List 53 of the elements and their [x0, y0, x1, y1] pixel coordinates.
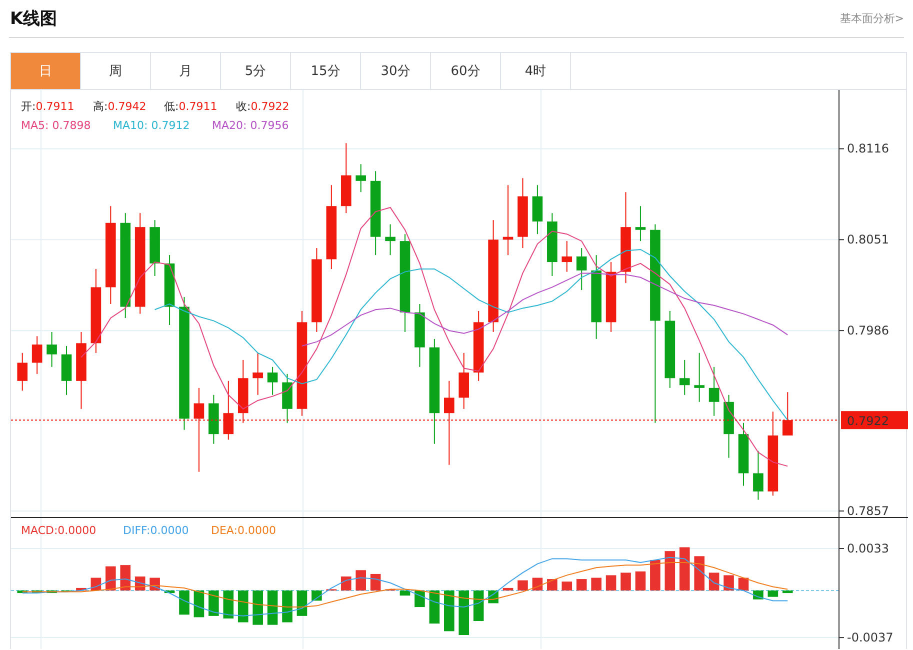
candlestick — [694, 352, 704, 402]
price-axis-label: 0.7857 — [847, 504, 889, 518]
candlestick — [532, 184, 543, 235]
macd-legend-item: DEA:0.0000 — [211, 524, 276, 537]
candlestick — [562, 240, 572, 272]
current-price-badge — [841, 411, 908, 430]
candlestick — [502, 184, 514, 256]
candlestick — [414, 304, 425, 368]
candlestick — [635, 206, 646, 242]
candlestick — [282, 373, 292, 424]
candlestick — [340, 142, 352, 214]
candlestick — [17, 352, 28, 392]
candlestick — [32, 336, 42, 374]
candlestick — [61, 345, 72, 396]
candlestick — [385, 224, 396, 256]
candlestick — [576, 248, 587, 291]
ohlc-legend-item: 收:0.7922 — [236, 100, 290, 113]
ma-legend-item: MA20: 0.7956 — [212, 119, 289, 132]
fundamental-analysis-link[interactable]: 基本面分析> — [840, 11, 904, 26]
ma-legend-item: MA5: 0.7898 — [21, 119, 91, 132]
candlestick — [208, 394, 219, 444]
macd-legend-item: MACD:0.0000 — [21, 524, 96, 537]
candlestick — [238, 359, 248, 424]
ohlc-legend-item: 高:0.7942 — [93, 100, 146, 113]
macd-legend-item: DIFF:0.0000 — [123, 524, 189, 537]
candlestick — [223, 380, 234, 440]
page-title: K线图 — [10, 8, 58, 30]
candlestick — [46, 331, 57, 368]
macd-axis-label: 0.0033 — [847, 542, 889, 556]
candlestick — [753, 450, 764, 500]
candlestick — [782, 392, 793, 436]
current-price-label: 0.7922 — [847, 414, 889, 428]
candlestick — [606, 262, 616, 332]
candlestick — [518, 178, 528, 249]
candlestick — [473, 310, 484, 382]
candlestick — [267, 366, 278, 396]
candlestick — [679, 359, 690, 396]
ohlc-legend-item: 低:0.7911 — [164, 100, 218, 113]
candlestick — [724, 394, 734, 458]
candlestick — [738, 422, 749, 486]
candlestick — [164, 254, 175, 326]
price-axis-label: 0.8051 — [847, 232, 889, 247]
candlestick — [458, 352, 470, 410]
ohlc-legend-item: 开:0.7911 — [21, 100, 74, 113]
candlestick — [356, 164, 366, 193]
ma-legend-item: MA10: 0.7912 — [113, 119, 190, 132]
candlestick — [252, 352, 263, 396]
price-axis-label: 0.7986 — [847, 324, 889, 338]
candlestick — [547, 212, 558, 277]
macd-axis-label: -0.0037 — [847, 630, 894, 645]
candlestick — [708, 366, 720, 416]
candlestick — [150, 220, 160, 277]
price-axis-label: 0.8116 — [847, 142, 889, 156]
